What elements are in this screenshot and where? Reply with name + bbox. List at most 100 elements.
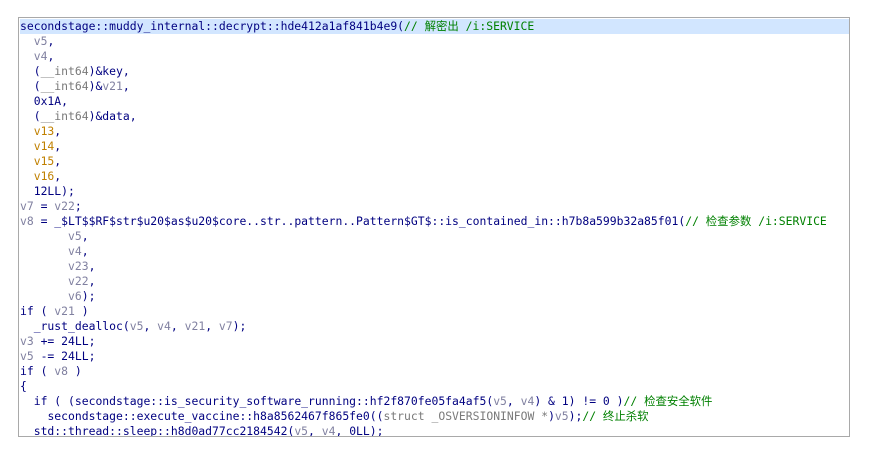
code-token[interactable]: v5: [294, 424, 308, 436]
code-token[interactable]: ,: [47, 49, 54, 63]
code-token[interactable]: 0x1A,: [34, 94, 68, 108]
code-line[interactable]: v15,: [20, 154, 849, 169]
code-token[interactable]: v4: [68, 244, 82, 258]
code-token[interactable]: if (: [20, 364, 54, 378]
code-line[interactable]: v5,: [20, 34, 849, 49]
code-token[interactable]: );: [82, 289, 96, 303]
code-token[interactable]: ) & 1) != 0 ): [534, 394, 623, 408]
code-line[interactable]: if ( v21 ): [20, 304, 849, 319]
code-token[interactable]: v22: [68, 274, 89, 288]
code-comment[interactable]: // 终止杀软: [582, 409, 648, 423]
code-token[interactable]: v21: [102, 79, 123, 93]
code-token[interactable]: {: [20, 379, 27, 393]
code-token[interactable]: )&key,: [89, 64, 130, 78]
code-token[interactable]: v23: [68, 259, 89, 273]
code-token[interactable]: ,: [82, 229, 89, 243]
code-token[interactable]: __int64: [41, 109, 89, 123]
code-token[interactable]: v14: [34, 139, 55, 153]
code-token[interactable]: std::thread::sleep::h8d0ad77cc2184542(: [34, 424, 295, 436]
code-token[interactable]: v22: [54, 199, 75, 213]
code-line[interactable]: if ( v8 ): [20, 364, 849, 379]
code-token[interactable]: v5: [68, 229, 82, 243]
code-token[interactable]: v4: [157, 319, 171, 333]
code-token[interactable]: (: [34, 109, 41, 123]
code-line[interactable]: v16,: [20, 169, 849, 184]
code-token[interactable]: ,: [143, 319, 157, 333]
code-line[interactable]: (__int64)&v21,: [20, 79, 849, 94]
code-token[interactable]: __int64: [41, 64, 89, 78]
code-token[interactable]: ,: [171, 319, 185, 333]
code-token[interactable]: ): [75, 304, 89, 318]
code-line[interactable]: v13,: [20, 124, 849, 139]
code-line[interactable]: (__int64)&key,: [20, 64, 849, 79]
code-token[interactable]: 12LL);: [34, 184, 75, 198]
code-token[interactable]: ,: [82, 244, 89, 258]
code-line[interactable]: v5,: [20, 229, 849, 244]
code-token[interactable]: );: [233, 319, 247, 333]
code-token[interactable]: )&data,: [89, 109, 137, 123]
code-line[interactable]: 12LL);: [20, 184, 849, 199]
code-line[interactable]: v22,: [20, 274, 849, 289]
code-token[interactable]: v21: [54, 304, 75, 318]
code-comment[interactable]: // 解密出 /i:SERVICE: [404, 19, 534, 33]
code-token[interactable]: v7: [20, 199, 34, 213]
code-token[interactable]: __int64: [41, 79, 89, 93]
code-token[interactable]: v8: [54, 364, 68, 378]
code-token[interactable]: if ( (secondstage::is_security_software_…: [34, 394, 493, 408]
code-line[interactable]: v4,: [20, 244, 849, 259]
code-line[interactable]: v23,: [20, 259, 849, 274]
code-token[interactable]: secondstage::execute_vaccine::h8a8562467…: [47, 409, 383, 423]
code-token[interactable]: ,: [54, 139, 61, 153]
code-token[interactable]: v13: [34, 124, 55, 138]
code-token[interactable]: struct _OSVERSIONINFOW *: [383, 409, 548, 423]
code-comment[interactable]: // 检查参数 /i:SERVICE: [685, 214, 827, 228]
code-line[interactable]: 0x1A,: [20, 94, 849, 109]
code-token[interactable]: =: [34, 199, 55, 213]
code-token[interactable]: v5: [493, 394, 507, 408]
code-token[interactable]: ,: [308, 424, 322, 436]
code-token[interactable]: -= 24LL;: [34, 349, 96, 363]
code-token[interactable]: v3: [20, 334, 34, 348]
code-line[interactable]: v14,: [20, 139, 849, 154]
code-line[interactable]: v8 = _$LT$$RF$str$u20$as$u20$core..str..…: [20, 214, 849, 229]
code-token[interactable]: v8: [20, 214, 34, 228]
code-token[interactable]: , 0LL);: [335, 424, 383, 436]
code-token[interactable]: v4: [521, 394, 535, 408]
code-line[interactable]: (__int64)&data,: [20, 109, 849, 124]
code-token[interactable]: v6: [68, 289, 82, 303]
code-token[interactable]: v15: [34, 154, 55, 168]
code-line[interactable]: secondstage::muddy_internal::decrypt::hd…: [20, 19, 849, 34]
code-line[interactable]: v7 = v22;: [20, 199, 849, 214]
code-line[interactable]: v6);: [20, 289, 849, 304]
code-token[interactable]: ,: [205, 319, 219, 333]
code-line[interactable]: {: [20, 379, 849, 394]
code-token[interactable]: ,: [54, 154, 61, 168]
code-token[interactable]: v5: [130, 319, 144, 333]
code-token[interactable]: );: [569, 409, 583, 423]
code-token[interactable]: ): [548, 409, 555, 423]
code-line[interactable]: v5 -= 24LL;: [20, 349, 849, 364]
code-token[interactable]: if (: [20, 304, 54, 318]
pseudocode-view[interactable]: secondstage::muddy_internal::decrypt::hd…: [18, 17, 850, 437]
code-token[interactable]: ,: [89, 274, 96, 288]
code-token[interactable]: v4: [34, 49, 48, 63]
code-line[interactable]: if ( (secondstage::is_security_software_…: [20, 394, 849, 409]
code-line[interactable]: secondstage::execute_vaccine::h8a8562467…: [20, 409, 849, 424]
code-comment[interactable]: // 检查安全软件: [624, 394, 713, 408]
code-token[interactable]: ;: [75, 199, 82, 213]
code-token[interactable]: v5: [34, 34, 48, 48]
code-token[interactable]: v4: [322, 424, 336, 436]
code-token[interactable]: ,: [47, 34, 54, 48]
code-token[interactable]: v16: [34, 169, 55, 183]
code-token[interactable]: ,: [507, 394, 521, 408]
code-token[interactable]: ,: [89, 259, 96, 273]
code-listing[interactable]: secondstage::muddy_internal::decrypt::hd…: [20, 19, 849, 436]
code-token[interactable]: = _$LT$$RF$str$u20$as$u20$core..str..pat…: [34, 214, 686, 228]
code-token[interactable]: secondstage::muddy_internal::decrypt::hd…: [20, 19, 404, 33]
code-token[interactable]: ,: [54, 124, 61, 138]
code-token[interactable]: v5: [20, 349, 34, 363]
code-line[interactable]: _rust_dealloc(v5, v4, v21, v7);: [20, 319, 849, 334]
code-token[interactable]: ,: [54, 169, 61, 183]
code-line[interactable]: std::thread::sleep::h8d0ad77cc2184542(v5…: [20, 424, 849, 436]
code-token[interactable]: v21: [185, 319, 206, 333]
